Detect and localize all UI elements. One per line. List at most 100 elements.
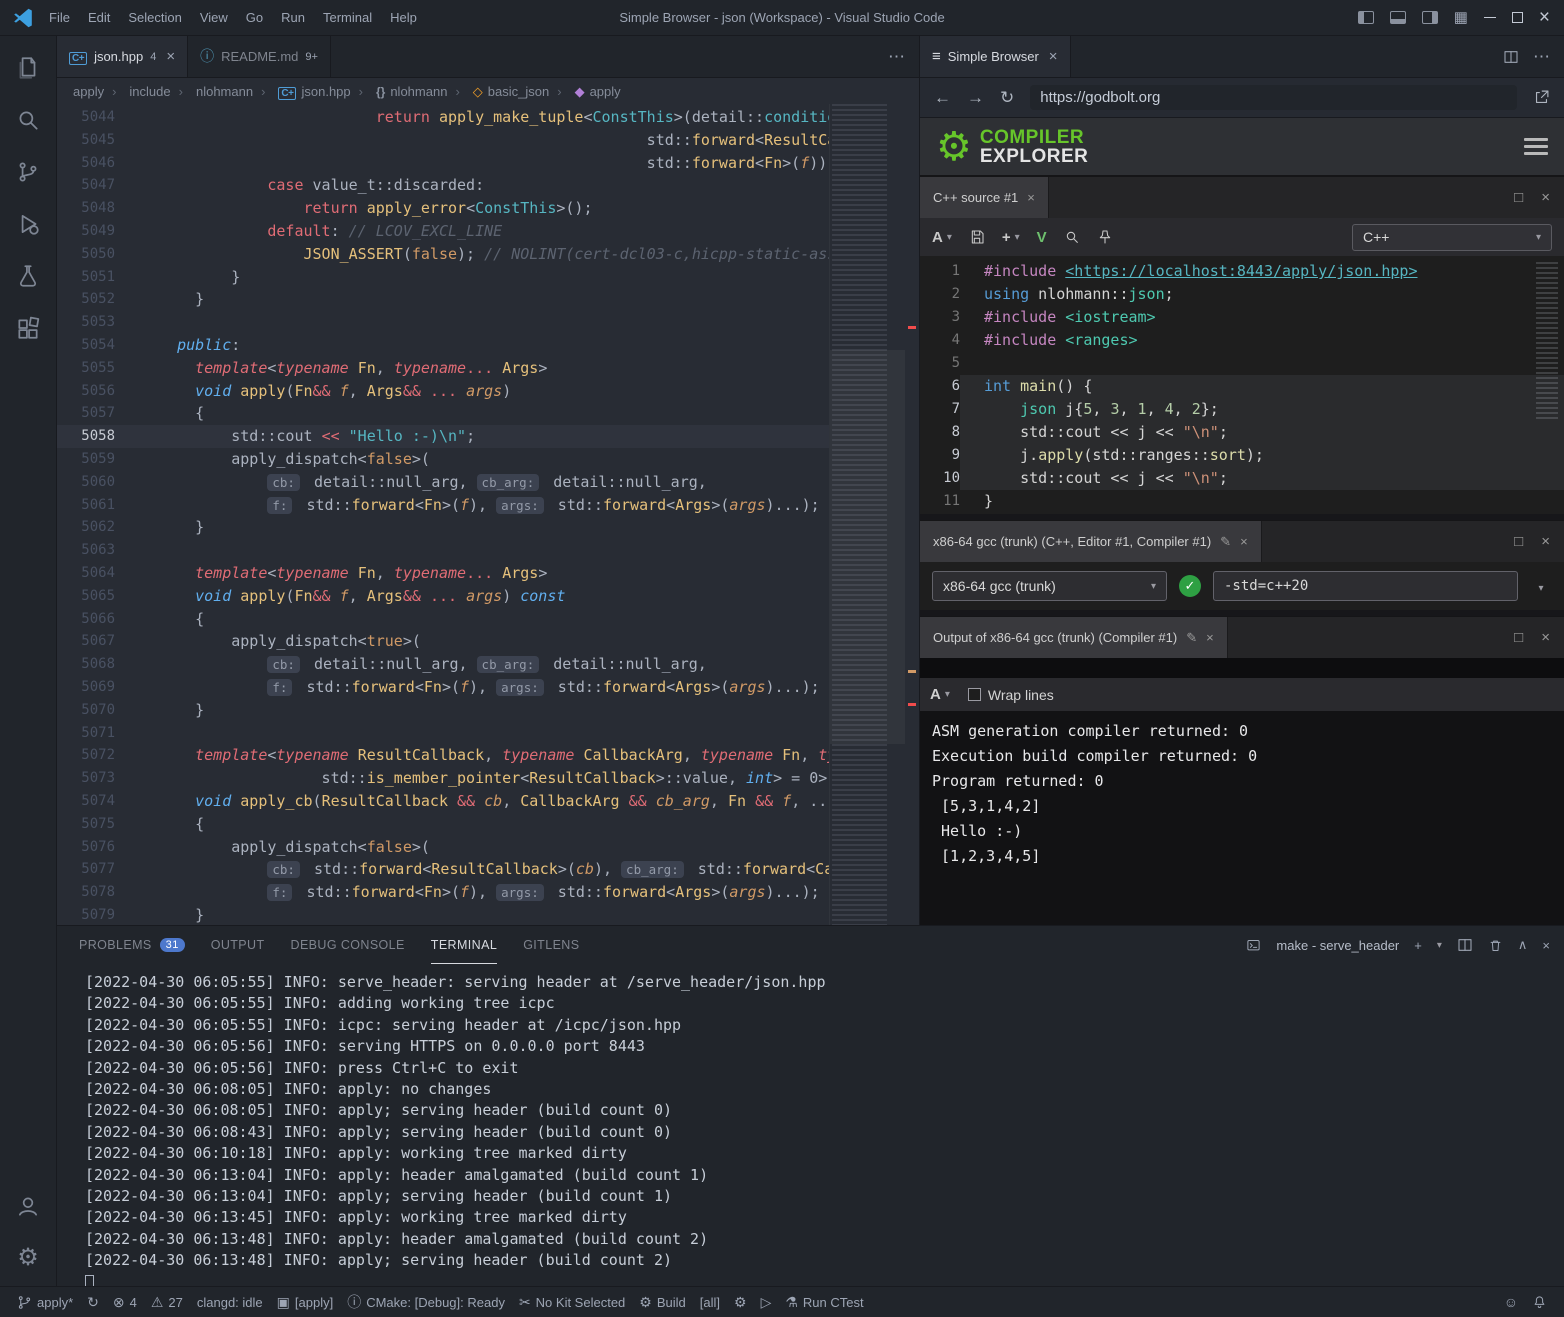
back-icon[interactable]: ← — [934, 88, 951, 108]
menu-item[interactable]: View — [191, 10, 237, 25]
code-line[interactable]: 5052 } — [57, 288, 829, 311]
close-icon[interactable]: × — [1240, 535, 1248, 548]
wrap-lines-checkbox[interactable]: Wrap lines — [968, 687, 1054, 703]
code-line[interactable]: 5065 void apply(Fn&& f, Args&& ... args)… — [57, 585, 829, 608]
clangd-status-item[interactable]: clangd: idle — [190, 1287, 270, 1317]
breadcrumb-item[interactable]: nlohmann — [171, 84, 253, 99]
code-line[interactable]: 5061 f: std::forward<Fn>(f), args: std::… — [57, 494, 829, 517]
font-size-button[interactable]: A▾ — [930, 686, 950, 703]
open-external-icon[interactable] — [1533, 89, 1550, 106]
code-line[interactable]: 9 j.apply(std::ranges::sort); — [920, 444, 1564, 467]
panel-tab[interactable]: DEBUG CONSOLE — [291, 926, 405, 964]
panel-tab[interactable]: GITLENS — [523, 926, 579, 964]
menu-item[interactable]: Help — [381, 10, 426, 25]
split-terminal-icon[interactable] — [1457, 937, 1473, 953]
panel-tab[interactable]: PROBLEMS 31 — [79, 926, 185, 964]
output-pane-tab[interactable]: Output of x86-64 gcc (trunk) (Compiler #… — [920, 617, 1228, 658]
code-line[interactable]: 5045 std::forward<ResultCallback>(cb), — [57, 129, 829, 152]
menu-item[interactable]: Go — [237, 10, 272, 25]
panel-tab[interactable]: OUTPUT — [211, 926, 265, 964]
code-line[interactable]: 5054 public: — [57, 334, 829, 357]
code-line[interactable]: 5058 std::cout << "Hello :-)\n"; — [57, 425, 829, 448]
code-line[interactable]: 5044 return apply_make_tuple<ConstThis>(… — [57, 106, 829, 129]
breadcrumb-item[interactable]: ◆ apply — [549, 84, 620, 99]
reload-icon[interactable]: ↻ — [1000, 88, 1014, 108]
maximize-pane-icon[interactable]: □ — [1514, 190, 1523, 205]
close-pane-icon[interactable]: × — [1541, 190, 1550, 205]
code-line[interactable]: 5077 cb: std::forward<ResultCallback>(cb… — [57, 858, 829, 881]
source-pane-tab[interactable]: C++ source #1 × — [920, 177, 1049, 218]
language-select[interactable]: C++▾ — [1352, 224, 1552, 251]
code-line[interactable]: 5049 default: // LCOV_EXCL_LINE — [57, 220, 829, 243]
maximize-pane-icon[interactable]: □ — [1514, 534, 1523, 549]
menu-item[interactable]: Run — [272, 10, 314, 25]
code-line[interactable]: 5 — [920, 352, 1564, 375]
code-line[interactable]: 6int main() { — [920, 375, 1564, 398]
code-line[interactable]: 5055 template<typename Fn, typename... A… — [57, 357, 829, 380]
code-line[interactable]: 5073 std::is_member_pointer<ResultCallba… — [57, 767, 829, 790]
code-line[interactable]: 5075 { — [57, 813, 829, 836]
font-size-button[interactable]: A▾ — [932, 229, 952, 246]
debug-target-status-item[interactable]: ⚙ — [727, 1287, 754, 1317]
save-icon[interactable] — [969, 229, 985, 245]
code-line[interactable]: 5059 apply_dispatch<false>( — [57, 448, 829, 471]
kill-terminal-icon[interactable] — [1488, 938, 1503, 953]
vim-mode-button[interactable]: V — [1037, 229, 1047, 246]
cmake-kit-status-item[interactable]: ✂ No Kit Selected — [512, 1287, 632, 1317]
menu-item[interactable]: Edit — [79, 10, 119, 25]
breadcrumb-item[interactable]: ◇ basic_json — [447, 84, 549, 99]
launch-target-status-item[interactable]: ▷ — [754, 1287, 779, 1317]
code-line[interactable]: 4#include <ranges> — [920, 329, 1564, 352]
close-icon[interactable]: × — [1049, 48, 1058, 65]
new-terminal-icon[interactable]: + — [1414, 938, 1422, 953]
code-line[interactable]: 5079 } — [57, 904, 829, 925]
errors-status-item[interactable]: ⊗ 4 — [106, 1287, 144, 1317]
close-icon[interactable]: × — [1206, 631, 1214, 644]
compiler-explorer-logo[interactable]: ⚙ COMPILER EXPLORER — [936, 127, 1088, 167]
maximize-panel-icon[interactable]: ∧ — [1518, 937, 1528, 953]
ce-source-editor[interactable]: 1#include <https://localhost:8443/apply/… — [920, 256, 1564, 514]
code-line[interactable]: 11} — [920, 490, 1564, 513]
run-ctest-status-item[interactable]: ⚗ Run CTest — [778, 1287, 870, 1317]
code-line[interactable]: 5047 case value_t::discarded: — [57, 174, 829, 197]
code-line[interactable]: 5076 apply_dispatch<false>( — [57, 836, 829, 859]
close-panel-icon[interactable]: × — [1542, 938, 1550, 953]
code-line[interactable]: 5056 void apply(Fn&& f, Args&& ... args) — [57, 380, 829, 403]
close-window-button[interactable]: × — [1539, 7, 1550, 29]
code-line[interactable]: 1#include <https://localhost:8443/apply/… — [920, 260, 1564, 283]
edit-icon[interactable]: ✎ — [1186, 631, 1197, 644]
new-terminal-dropdown-icon[interactable]: ▾ — [1437, 940, 1442, 951]
cmake-status-item[interactable]: ⓘ CMake: [Debug]: Ready — [340, 1287, 512, 1317]
code-line[interactable]: 5070 } — [57, 699, 829, 722]
warnings-status-item[interactable]: ⚠ 27 — [144, 1287, 190, 1317]
forward-icon[interactable]: → — [967, 88, 984, 108]
code-line[interactable]: 3#include <iostream> — [920, 306, 1564, 329]
sync-status-item[interactable]: ↻ — [80, 1287, 106, 1317]
code-line[interactable]: 2using nlohmann::json; — [920, 283, 1564, 306]
split-editor-icon[interactable] — [1503, 49, 1519, 65]
hamburger-menu-icon[interactable] — [1524, 134, 1548, 159]
notifications-status-item[interactable] — [1525, 1287, 1554, 1317]
code-line[interactable]: 5071 — [57, 722, 829, 745]
breadcrumb-item[interactable]: include — [104, 84, 171, 99]
code-line[interactable]: 5046 std::forward<Fn>(f))); — [57, 152, 829, 175]
options-dropdown-icon[interactable]: ▾ — [1530, 579, 1552, 594]
toggle-sidebar-icon[interactable] — [1358, 11, 1374, 24]
code-line[interactable]: 5074 void apply_cb(ResultCallback && cb,… — [57, 790, 829, 813]
menu-item[interactable]: Selection — [119, 10, 190, 25]
code-editor[interactable]: 5044 return apply_make_tuple<ConstThis>(… — [57, 104, 829, 925]
code-line[interactable]: 5068 cb: detail::null_arg, cb_arg: detai… — [57, 653, 829, 676]
breadcrumb-item[interactable]: apply — [73, 84, 104, 99]
edit-icon[interactable]: ✎ — [1220, 535, 1231, 548]
add-pane-button[interactable]: +▾ — [1002, 229, 1020, 246]
toggle-panel-icon[interactable] — [1390, 11, 1406, 24]
code-line[interactable]: 5060 cb: detail::null_arg, cb_arg: detai… — [57, 471, 829, 494]
compiler-pane-tab[interactable]: x86-64 gcc (trunk) (C++, Editor #1, Comp… — [920, 521, 1262, 562]
cmake-build-status-item[interactable]: ⚙ Build — [632, 1287, 692, 1317]
maximize-button[interactable] — [1512, 12, 1523, 23]
code-line[interactable]: 5069 f: std::forward<Fn>(f), args: std::… — [57, 676, 829, 699]
editor-tab[interactable]: ⓘ README.md 9+ — [188, 36, 331, 77]
code-line[interactable]: 8 std::cout << j << "\n"; — [920, 421, 1564, 444]
tab-simple-browser[interactable]: ≡ Simple Browser × — [920, 36, 1071, 77]
close-pane-icon[interactable]: × — [1541, 534, 1550, 549]
